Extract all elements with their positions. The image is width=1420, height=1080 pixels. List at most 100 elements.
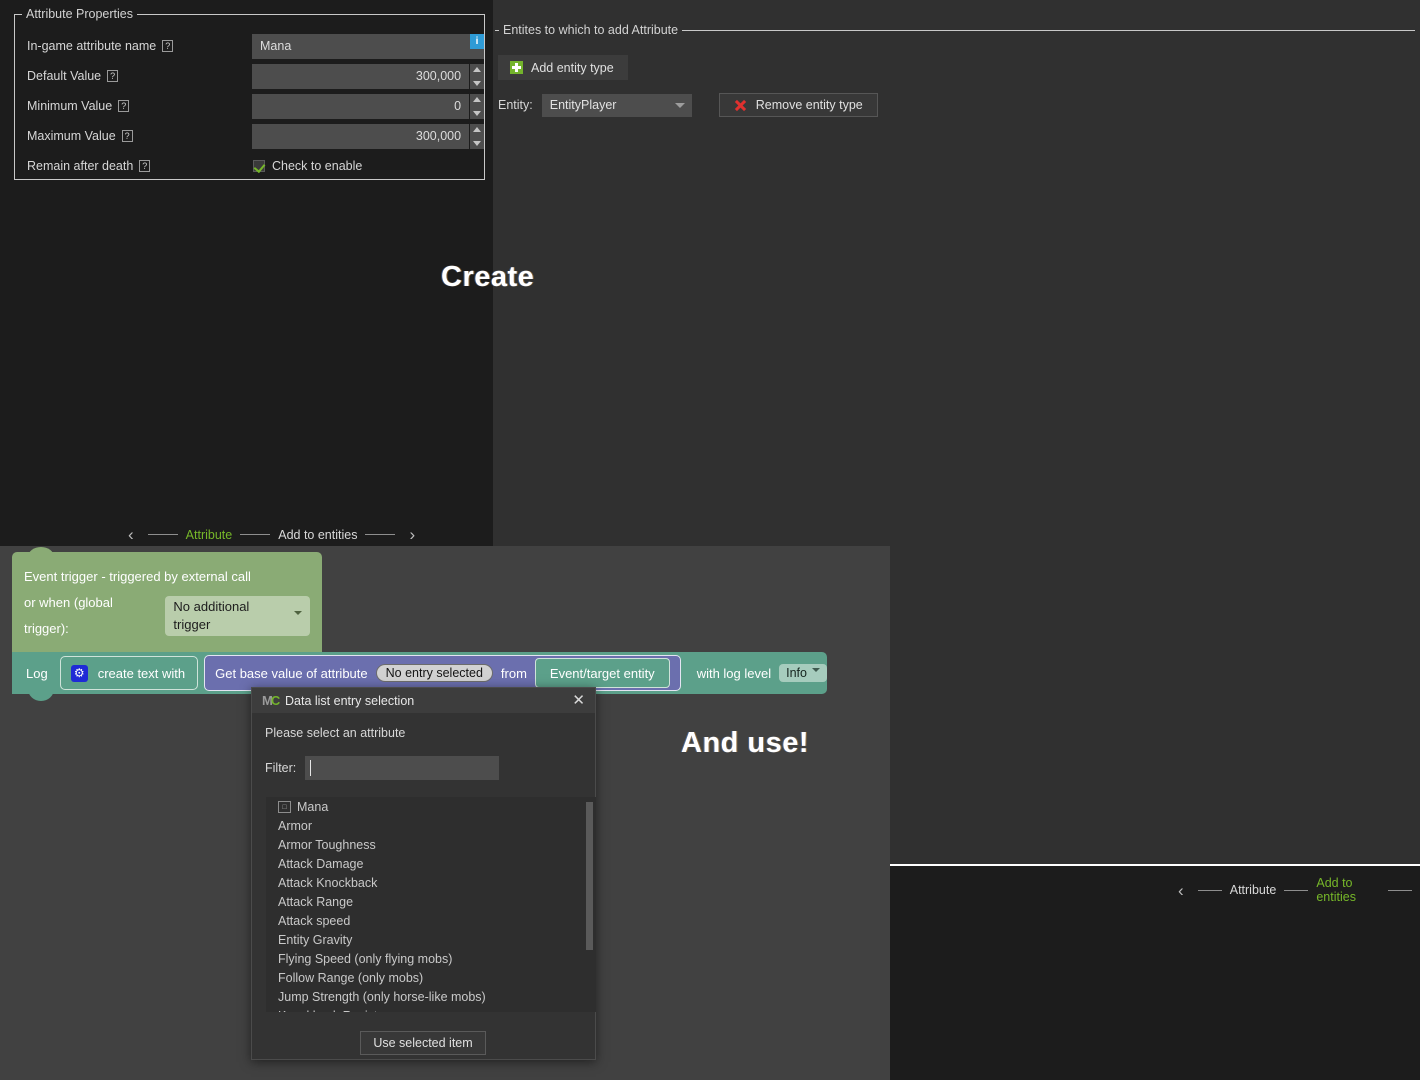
scrollbar-thumb[interactable] bbox=[586, 802, 593, 950]
list-item[interactable]: Armor bbox=[266, 816, 596, 835]
entities-group-legend: Entites to which to add Attribute bbox=[499, 23, 683, 37]
prev-step-arrow-icon[interactable]: ‹ bbox=[122, 526, 140, 543]
stepper-up-icon[interactable] bbox=[473, 66, 482, 72]
list-item[interactable]: Attack Range bbox=[266, 892, 596, 911]
list-item[interactable]: Entity Gravity bbox=[266, 930, 596, 949]
list-item-label: Flying Speed (only flying mobs) bbox=[278, 951, 453, 966]
default-value-input[interactable]: 300,000 bbox=[252, 63, 470, 89]
close-icon[interactable]: ✕ bbox=[570, 693, 587, 708]
list-item[interactable]: Flying Speed (only flying mobs) bbox=[266, 949, 596, 968]
list-item-label: Attack speed bbox=[278, 913, 351, 928]
minimum-value-text: 0 bbox=[454, 99, 462, 113]
log-level-label: with log level bbox=[696, 665, 772, 681]
minimum-value-input[interactable]: 0 bbox=[252, 93, 470, 119]
event-trigger-line2-row: or when (global trigger): No additional … bbox=[24, 590, 310, 642]
horizontal-divider bbox=[890, 864, 1420, 866]
help-icon[interactable]: ? bbox=[118, 100, 130, 112]
help-icon[interactable]: ? bbox=[139, 160, 151, 172]
prev-step-arrow-icon[interactable]: ‹ bbox=[1172, 882, 1190, 899]
event-trigger-block[interactable]: Event trigger - triggered by external ca… bbox=[12, 547, 322, 652]
data-list-entry-selection-dialog: MC Data list entry selection ✕ Please se… bbox=[251, 687, 596, 1060]
maximum-value-input[interactable]: 300,000 bbox=[252, 123, 470, 149]
use-selected-item-button[interactable]: Use selected item bbox=[360, 1031, 486, 1055]
default-value-text: 300,000 bbox=[415, 69, 462, 83]
add-entity-type-button[interactable]: Add entity type bbox=[498, 55, 628, 80]
list-item[interactable]: Attack speed bbox=[266, 911, 596, 930]
default-value-stepper[interactable] bbox=[470, 63, 484, 89]
dialog-titlebar: MC Data list entry selection ✕ bbox=[252, 688, 595, 713]
list-item[interactable]: Follow Range (only mobs) bbox=[266, 968, 596, 987]
wizard-nav-top: ‹ Attribute Add to entities › bbox=[122, 526, 421, 543]
list-item[interactable]: □ Mana bbox=[266, 797, 596, 816]
gear-icon[interactable]: ⚙ bbox=[70, 664, 88, 682]
list-item-label: Mana bbox=[297, 799, 329, 814]
label-attribute-name-text: In-game attribute name bbox=[27, 39, 157, 53]
list-item[interactable]: Attack Damage bbox=[266, 854, 596, 873]
chevron-down-icon bbox=[811, 668, 820, 672]
dialog-title: Data list entry selection bbox=[285, 693, 415, 708]
wizard-step-attribute[interactable]: Attribute bbox=[1230, 883, 1277, 897]
global-trigger-dropdown[interactable]: No additional trigger bbox=[165, 596, 310, 636]
entities-group: Entites to which to add Attribute Add en… bbox=[495, 23, 1415, 130]
remove-entity-type-button[interactable]: Remove entity type bbox=[718, 93, 878, 117]
stepper-up-icon[interactable] bbox=[473, 96, 482, 102]
stepper-down-icon[interactable] bbox=[473, 110, 482, 116]
plus-icon bbox=[510, 61, 523, 74]
close-icon bbox=[734, 99, 747, 112]
next-step-arrow-icon[interactable]: › bbox=[403, 526, 421, 543]
wizard-step-add-to-entities[interactable]: Add to entities bbox=[1316, 876, 1380, 904]
entity-label: Entity: bbox=[498, 98, 533, 112]
help-icon[interactable]: ? bbox=[162, 40, 174, 52]
create-text-with-label: create text with bbox=[97, 665, 186, 681]
chevron-down-icon bbox=[294, 611, 302, 615]
help-icon[interactable]: ? bbox=[107, 70, 119, 82]
row-minimum-value: Minimum Value ? 0 bbox=[15, 91, 484, 121]
attribute-icon: □ bbox=[278, 800, 291, 813]
row-maximum-value: Maximum Value ? 300,000 bbox=[15, 121, 484, 151]
attribute-properties-group: Attribute Properties In-game attribute n… bbox=[14, 7, 485, 181]
attribute-name-input[interactable]: Mana i bbox=[252, 33, 484, 59]
remain-after-death-checkbox[interactable] bbox=[253, 160, 265, 172]
list-item[interactable]: Jump Strength (only horse-like mobs) bbox=[266, 987, 596, 1006]
create-text-with-block[interactable]: ⚙ create text with bbox=[59, 656, 199, 690]
get-base-value-of-attribute-block[interactable]: Get base value of attribute No entry sel… bbox=[204, 655, 681, 691]
event-trigger-line2: or when (global trigger): bbox=[24, 595, 113, 636]
get-attribute-label: Get base value of attribute bbox=[215, 665, 368, 681]
annotation-and-use: And use! bbox=[681, 727, 810, 759]
list-item-label: Entity Gravity bbox=[278, 932, 353, 947]
minimum-value-stepper[interactable] bbox=[470, 93, 484, 119]
attribute-entry-select[interactable]: No entry selected bbox=[375, 664, 493, 682]
wizard-step-add-to-entities[interactable]: Add to entities bbox=[278, 528, 357, 542]
event-target-entity-block[interactable]: Event/target entity bbox=[534, 658, 670, 688]
stepper-up-icon[interactable] bbox=[473, 126, 482, 132]
attribute-name-value: Mana bbox=[260, 39, 292, 53]
list-item[interactable]: Attack Knockback bbox=[266, 873, 596, 892]
remain-after-death-checkbox-wrap[interactable]: Check to enable bbox=[253, 159, 362, 173]
dialog-prompt: Please select an attribute bbox=[265, 726, 406, 740]
log-level-dropdown[interactable]: Info bbox=[779, 664, 827, 682]
wizard-nav-bottom: ‹ Attribute Add to entities bbox=[1172, 876, 1420, 904]
dialog-body: Please select an attribute Filter: □ Man… bbox=[252, 713, 596, 1055]
attribute-list[interactable]: □ Mana Armor Armor Toughness Attack Dama… bbox=[266, 797, 596, 1012]
procedure-editor-blocks: Event trigger - triggered by external ca… bbox=[12, 547, 827, 701]
nav-dash bbox=[1387, 889, 1412, 891]
wizard-step-attribute[interactable]: Attribute bbox=[186, 528, 233, 542]
maximum-value-stepper[interactable] bbox=[470, 123, 484, 149]
stepper-down-icon[interactable] bbox=[473, 80, 482, 86]
remove-entity-type-label: Remove entity type bbox=[755, 98, 863, 112]
info-icon[interactable]: i bbox=[470, 33, 484, 49]
text-caret bbox=[310, 760, 312, 776]
help-icon[interactable]: ? bbox=[121, 130, 133, 142]
list-item[interactable]: Knockback Resistance bbox=[266, 1006, 596, 1013]
nav-dash bbox=[1284, 889, 1309, 891]
nav-dash bbox=[147, 534, 178, 535]
entity-type-select[interactable]: EntityPlayer bbox=[541, 93, 692, 117]
filter-label: Filter: bbox=[265, 761, 297, 775]
stepper-down-icon[interactable] bbox=[473, 140, 482, 146]
annotation-create: Create bbox=[441, 261, 535, 293]
filter-input[interactable] bbox=[305, 756, 500, 780]
list-scrollbar[interactable] bbox=[586, 797, 593, 1012]
label-remain-after-death: Remain after death ? bbox=[15, 159, 253, 173]
list-item[interactable]: Armor Toughness bbox=[266, 835, 596, 854]
row-remain-after-death: Remain after death ? Check to enable bbox=[15, 151, 484, 181]
